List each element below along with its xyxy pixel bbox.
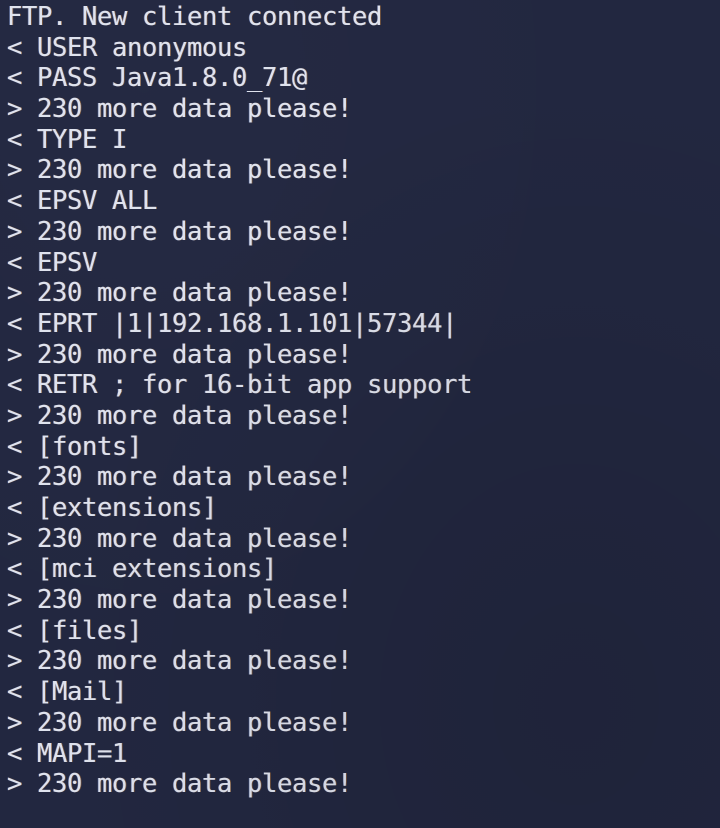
- log-line-response: > 230 more data please!: [7, 94, 353, 125]
- log-line-request: < [fonts]: [7, 431, 143, 462]
- log-line-request: < [extensions]: [7, 493, 218, 523]
- log-line-response: > 230 more data please!: [7, 339, 353, 370]
- log-line-banner: FTP. New client connected: [7, 2, 383, 32]
- log-line-request: < RETR ; for 16-bit app support: [7, 370, 473, 401]
- log-line-request: < EPSV ALL: [7, 186, 158, 217]
- log-line-response: > 230 more data please!: [7, 769, 353, 800]
- log-line-response: > 230 more data please!: [7, 216, 353, 247]
- log-line-request: < PASS Java1.8.0_71@: [7, 63, 308, 94]
- log-line-response: > 230 more data please!: [7, 400, 353, 431]
- log-line-response: > 230 more data please!: [7, 585, 353, 616]
- log-line-response: > 230 more data please!: [7, 707, 353, 738]
- log-line-response: > 230 more data please!: [7, 462, 353, 493]
- log-line-response: > 230 more data please!: [7, 155, 353, 186]
- ftp-console-window[interactable]: FTP. New client connected < USER anonymou…: [0, 0, 720, 828]
- log-line-response: > 230 more data please!: [7, 278, 353, 309]
- log-line-request: < [Mail]: [7, 677, 128, 708]
- log-line-response: > 230 more data please!: [7, 523, 353, 554]
- log-line-request: < TYPE I: [7, 124, 128, 155]
- log-line-request: < [files]: [7, 615, 143, 646]
- ftp-log-output[interactable]: FTP. New client connected < USER anonymou…: [0, 0, 720, 800]
- log-line-request: < [mci extensions]: [7, 554, 278, 585]
- log-line-request: < EPSV: [7, 247, 98, 278]
- log-line-request: < MAPI=1: [7, 738, 128, 769]
- log-line-response: > 230 more data please!: [7, 646, 353, 677]
- log-line-request: < EPRT |1|192.168.1.101|57344|: [7, 308, 458, 339]
- log-line-request: < USER anonymous: [7, 32, 248, 63]
